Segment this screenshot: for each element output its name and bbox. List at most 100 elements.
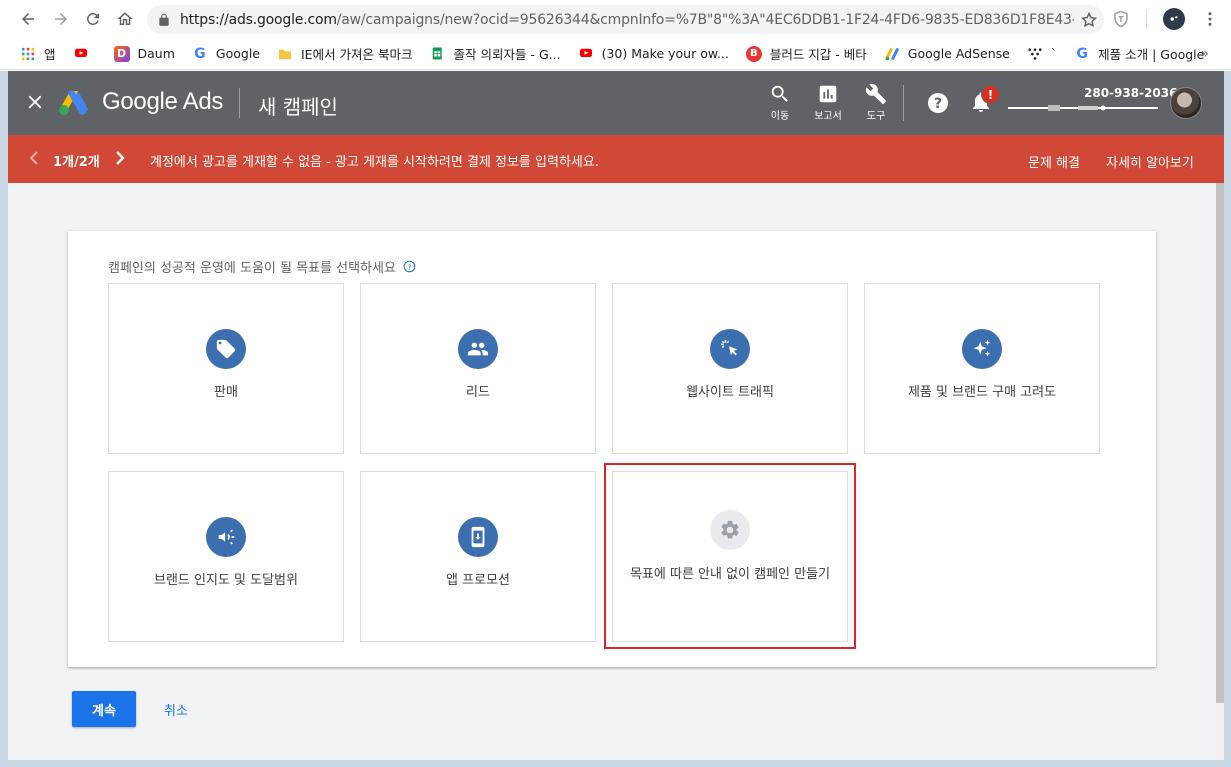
profile-avatar[interactable] bbox=[1163, 8, 1185, 30]
network-icon bbox=[1027, 46, 1043, 62]
billing-warning-banner: 1개/2개 계정에서 광고를 게재할 수 없음 - 광고 게재를 시작하려면 결… bbox=[8, 135, 1224, 183]
reports-tool-button[interactable]: 보고서 bbox=[808, 83, 848, 122]
tag-icon bbox=[206, 329, 246, 369]
bookmark-blood-wallet[interactable]: B 블러드 지갑 - 베타 bbox=[745, 44, 867, 63]
tool-label: 보고서 bbox=[814, 111, 842, 122]
svg-text:?: ? bbox=[408, 262, 412, 271]
chevron-right-icon[interactable] bbox=[112, 149, 128, 167]
bookmark-apps[interactable]: 앱 bbox=[20, 44, 56, 63]
bookmark-youtube[interactable] bbox=[73, 46, 97, 62]
bookmark-label: (30) Make your ow... bbox=[601, 46, 729, 61]
google-icon: G bbox=[194, 45, 206, 62]
goal-brand-awareness[interactable]: 브랜드 인지도 및 도달범위 bbox=[108, 471, 344, 642]
goal-label: 제품 및 브랜드 구매 고려도 bbox=[907, 385, 1057, 400]
gear-icon bbox=[710, 510, 750, 550]
reports-icon bbox=[819, 85, 837, 103]
tool-label: 이동 bbox=[770, 111, 790, 122]
bookmark-label: Google AdSense bbox=[907, 46, 1010, 61]
reload-icon[interactable] bbox=[79, 5, 107, 33]
wrench-icon bbox=[865, 84, 887, 105]
help-circle-icon[interactable]: ? bbox=[403, 260, 416, 273]
goal-consideration[interactable]: 제품 및 브랜드 구매 고려도 bbox=[864, 283, 1100, 454]
goal-label: 웹사이트 트래픽 bbox=[686, 385, 774, 400]
svg-text:?: ? bbox=[934, 96, 942, 112]
account-avatar[interactable] bbox=[1170, 87, 1202, 119]
youtube-icon bbox=[578, 46, 594, 62]
bookmark-google-products[interactable]: G 제품 소개 | Google bbox=[1074, 44, 1204, 63]
url-text: https://ads.google.com/aw/campaigns/new?… bbox=[180, 11, 1074, 28]
help-icon[interactable]: ? bbox=[926, 91, 950, 115]
bookmark-label: 앱 bbox=[44, 47, 56, 62]
goal-question-text: 캠페인의 성공적 운영에 도움이 될 목표를 선택하세요 bbox=[108, 261, 396, 276]
bookmark-daum[interactable]: D Daum bbox=[113, 45, 175, 62]
goal-leads[interactable]: 리드 bbox=[360, 283, 596, 454]
cancel-button[interactable]: 취소 bbox=[152, 691, 200, 727]
folder-icon bbox=[277, 46, 293, 62]
banner-count: 1개/2개 bbox=[53, 155, 100, 170]
goal-question: 캠페인의 성공적 운영에 도움이 될 목표를 선택하세요 ? bbox=[108, 257, 416, 276]
menu-dots-icon[interactable] bbox=[1201, 10, 1219, 28]
goto-tool-button[interactable]: 이동 bbox=[760, 83, 800, 122]
apps-grid-icon bbox=[20, 46, 36, 62]
bookmarks-bar: 앱 D Daum G Google IE에서 가져온 북마크 졸작 의뢰자들 -… bbox=[0, 38, 1231, 70]
goal-app-promotion[interactable]: 앱 프로모션 bbox=[360, 471, 596, 642]
goal-no-guidance[interactable]: 목표에 따른 안내 없이 캠페인 만들기 bbox=[612, 471, 848, 642]
header-divider bbox=[239, 88, 240, 118]
bookmark-sheets[interactable]: 졸작 의뢰자들 - G... bbox=[430, 44, 561, 63]
bookmark-label: Daum bbox=[137, 46, 175, 61]
learn-more-link[interactable]: 자세히 알아보기 bbox=[1106, 152, 1194, 171]
tools-tool-button[interactable]: 도구 bbox=[856, 83, 896, 122]
fix-issue-link[interactable]: 문제 해결 bbox=[1028, 152, 1080, 171]
bookmark-adsense[interactable]: Google AdSense bbox=[884, 46, 1010, 62]
close-icon[interactable] bbox=[24, 91, 46, 113]
bookmark-label: 제품 소개 | Google bbox=[1098, 47, 1205, 62]
bookmark-label: 졸작 의뢰자들 - G... bbox=[453, 47, 561, 62]
bookmark-label: IE에서 가져온 북마크 bbox=[301, 47, 413, 62]
bookmark-youtube-video[interactable]: (30) Make your ow... bbox=[578, 46, 729, 62]
google-ads-logo-icon bbox=[59, 90, 88, 115]
goal-sales[interactable]: 판매 bbox=[108, 283, 344, 454]
goal-label: 브랜드 인지도 및 도달범위 bbox=[154, 573, 298, 588]
window-frame-bottom bbox=[0, 760, 1231, 767]
account-id[interactable]: 280-938-2036 bbox=[1084, 86, 1177, 100]
bookmark-label: 블러드 지갑 - 베타 bbox=[769, 47, 867, 62]
window-frame-left bbox=[0, 71, 8, 767]
home-icon[interactable] bbox=[111, 5, 139, 33]
brand-name: Google Ads bbox=[102, 88, 224, 115]
browser-window: https://ads.google.com/aw/campaigns/new?… bbox=[0, 0, 1231, 767]
sparkle-icon bbox=[962, 329, 1002, 369]
address-bar[interactable]: https://ads.google.com/aw/campaigns/new?… bbox=[147, 5, 1104, 34]
page-title: 새 캠페인 bbox=[258, 95, 338, 119]
chevron-left-icon[interactable] bbox=[26, 149, 42, 167]
goal-label: 목표에 따른 안내 없이 캠페인 만들기 bbox=[629, 567, 831, 582]
bookmark-star-icon[interactable] bbox=[1074, 11, 1104, 29]
people-icon bbox=[458, 329, 498, 369]
bookmark-google[interactable]: G Google bbox=[192, 46, 260, 62]
cursor-click-icon bbox=[710, 329, 750, 369]
bookmarks-overflow-icon[interactable]: » bbox=[1200, 46, 1209, 62]
notification-badge: ! bbox=[981, 85, 1000, 104]
continue-button[interactable]: 계속 bbox=[72, 691, 136, 727]
goal-label: 앱 프로모션 bbox=[446, 573, 510, 588]
forward-icon[interactable] bbox=[47, 5, 75, 33]
tool-label: 도구 bbox=[866, 111, 886, 122]
bookmark-label: ` bbox=[1050, 46, 1058, 61]
lock-icon bbox=[159, 13, 169, 26]
bookmark-label: Google bbox=[215, 46, 260, 61]
shield-extension-icon[interactable] bbox=[1112, 9, 1130, 29]
blood-wallet-icon: B bbox=[745, 45, 762, 62]
back-icon[interactable] bbox=[14, 5, 42, 33]
account-email-redacted bbox=[1008, 105, 1158, 111]
daum-icon: D bbox=[113, 45, 130, 62]
sheets-icon bbox=[430, 46, 446, 62]
goal-website-traffic[interactable]: 웹사이트 트래픽 bbox=[612, 283, 848, 454]
goal-label: 리드 bbox=[466, 385, 490, 400]
youtube-icon bbox=[73, 46, 89, 62]
bookmark-ie-folder[interactable]: IE에서 가져온 북마크 bbox=[277, 44, 413, 63]
header-divider bbox=[903, 85, 904, 121]
extension-icons bbox=[1112, 8, 1219, 30]
scrollbar-thumb[interactable] bbox=[1216, 183, 1224, 703]
goal-label: 판매 bbox=[214, 385, 238, 400]
bookmark-network[interactable]: ` bbox=[1027, 46, 1057, 62]
banner-message: 계정에서 광고를 게재할 수 없음 - 광고 게재를 시작하려면 결제 정보를 … bbox=[150, 155, 599, 170]
